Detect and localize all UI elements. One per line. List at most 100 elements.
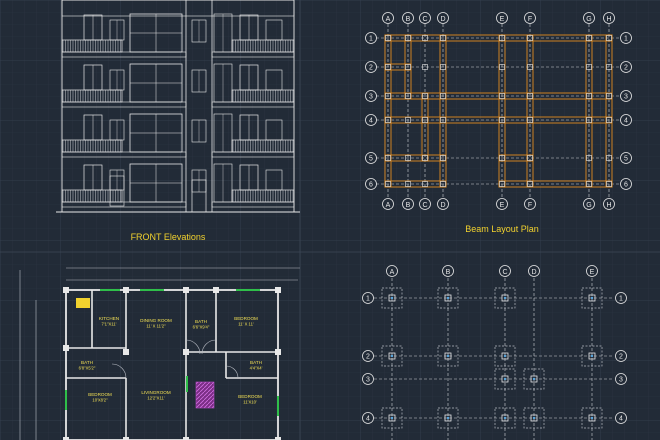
column-center bbox=[446, 416, 450, 420]
column-center bbox=[503, 377, 507, 381]
grid-label-top-B: B bbox=[406, 16, 411, 23]
grid-label-right-2: 2 bbox=[624, 65, 628, 72]
room-dimension: 11' X 11'2" bbox=[146, 324, 166, 329]
grid-label-top-G: G bbox=[586, 16, 591, 23]
window-marker bbox=[186, 376, 188, 392]
drawing-grid bbox=[0, 0, 660, 440]
kitchen-counter bbox=[76, 298, 90, 308]
grid-label-bottom-A: A bbox=[386, 202, 391, 209]
balcony-railing bbox=[231, 39, 295, 53]
grid-label-right-6: 6 bbox=[624, 182, 628, 189]
column-center bbox=[503, 416, 507, 420]
window-marker bbox=[140, 289, 164, 291]
grid-label-top-A: A bbox=[386, 16, 391, 23]
room-name: BEDROOM bbox=[238, 394, 262, 399]
column-center bbox=[532, 416, 536, 420]
room-dimension: 7'1"X11' bbox=[102, 322, 117, 327]
grid-label-A: A bbox=[390, 269, 395, 276]
balcony-railing bbox=[61, 189, 123, 203]
grid-label-bottom-C: C bbox=[422, 202, 427, 209]
grid-label-E: E bbox=[590, 269, 595, 276]
grid-label-C: C bbox=[502, 269, 507, 276]
room-name: BATH bbox=[81, 360, 93, 365]
grid-label-left-2: 2 bbox=[366, 354, 370, 361]
room-dimension: 11'X10' bbox=[243, 400, 257, 405]
column bbox=[275, 349, 281, 355]
room-dimension: 12'2"X11' bbox=[147, 396, 164, 401]
grid-label-left-1: 1 bbox=[369, 36, 373, 43]
room-dimension: 10'X8'2" bbox=[92, 398, 108, 403]
grid-label-right-4: 4 bbox=[624, 118, 628, 125]
grid-label-left-3: 3 bbox=[366, 377, 370, 384]
grid-label-left-4: 4 bbox=[369, 118, 373, 125]
grid-label-right-1: 1 bbox=[619, 296, 623, 303]
room-name: DINING ROOM bbox=[140, 318, 172, 323]
grid-label-left-6: 6 bbox=[369, 182, 373, 189]
window-marker bbox=[65, 390, 67, 410]
column-center bbox=[390, 354, 394, 358]
grid-label-left-1: 1 bbox=[366, 296, 370, 303]
balcony-railing bbox=[61, 39, 123, 53]
grid-label-left-3: 3 bbox=[369, 94, 373, 101]
column bbox=[183, 287, 189, 293]
grid-label-right-3: 3 bbox=[624, 94, 628, 101]
column-center bbox=[532, 377, 536, 381]
cad-drawing-canvas[interactable]: FRONT Elevations A A B B C C D D E E F F G G H H 1 1 2 2 3 3 4… bbox=[0, 0, 660, 440]
column bbox=[63, 287, 69, 293]
column bbox=[183, 349, 189, 355]
balcony-railing bbox=[61, 89, 123, 103]
stair-hatch bbox=[195, 381, 215, 409]
grid-label-bottom-F: F bbox=[528, 202, 532, 209]
grid-label-top-C: C bbox=[422, 16, 427, 23]
grid-label-left-2: 2 bbox=[369, 65, 373, 72]
grid-label-top-E: E bbox=[500, 16, 505, 23]
room-name: BATH bbox=[195, 319, 207, 324]
column bbox=[123, 287, 129, 293]
grid-label-D: D bbox=[531, 269, 536, 276]
grid-label-bottom-D: D bbox=[440, 202, 445, 209]
grid-label-B: B bbox=[446, 269, 451, 276]
column-center bbox=[390, 296, 394, 300]
grid-label-left-4: 4 bbox=[366, 416, 370, 423]
room-dimension: 6'6"X9'4" bbox=[193, 325, 210, 330]
room-dimension: 4'4"X4' bbox=[250, 366, 263, 371]
column bbox=[123, 349, 129, 355]
grid-label-bottom-G: G bbox=[586, 202, 591, 209]
room-name: LIVINGROOM bbox=[141, 390, 171, 395]
column bbox=[275, 287, 281, 293]
room-name: BEDROOM bbox=[88, 392, 112, 397]
balcony-railing bbox=[231, 89, 295, 103]
grid-label-bottom-B: B bbox=[406, 202, 411, 209]
column-center bbox=[446, 354, 450, 358]
column-center bbox=[503, 296, 507, 300]
beam-layout-title: Beam Layout Plan bbox=[465, 224, 539, 234]
column bbox=[63, 345, 69, 351]
column-center bbox=[503, 354, 507, 358]
room-name: KITCHEN bbox=[99, 316, 119, 321]
window-marker bbox=[277, 396, 279, 416]
column-center bbox=[390, 416, 394, 420]
column-center bbox=[590, 416, 594, 420]
column bbox=[213, 287, 219, 293]
column-center bbox=[590, 296, 594, 300]
grid-label-right-2: 2 bbox=[619, 354, 623, 361]
window-marker bbox=[236, 289, 260, 291]
room-dimension: 11' X 11' bbox=[238, 322, 254, 327]
balcony-railing bbox=[231, 139, 295, 153]
grid-label-bottom-E: E bbox=[500, 202, 505, 209]
column-center bbox=[446, 296, 450, 300]
grid-label-right-3: 3 bbox=[619, 377, 623, 384]
grid-label-right-4: 4 bbox=[619, 416, 623, 423]
grid-label-left-5: 5 bbox=[369, 156, 373, 163]
grid-label-top-H: H bbox=[606, 16, 611, 23]
grid-label-bottom-H: H bbox=[606, 202, 611, 209]
grid-label-top-D: D bbox=[440, 16, 445, 23]
window-marker bbox=[100, 289, 120, 291]
column-center bbox=[590, 354, 594, 358]
room-name: BATH bbox=[250, 360, 262, 365]
grid-label-right-1: 1 bbox=[624, 36, 628, 43]
grid-label-right-5: 5 bbox=[624, 156, 628, 163]
grid-label-top-F: F bbox=[528, 16, 532, 23]
balcony-railing bbox=[231, 189, 295, 203]
balcony-railing bbox=[61, 139, 123, 153]
